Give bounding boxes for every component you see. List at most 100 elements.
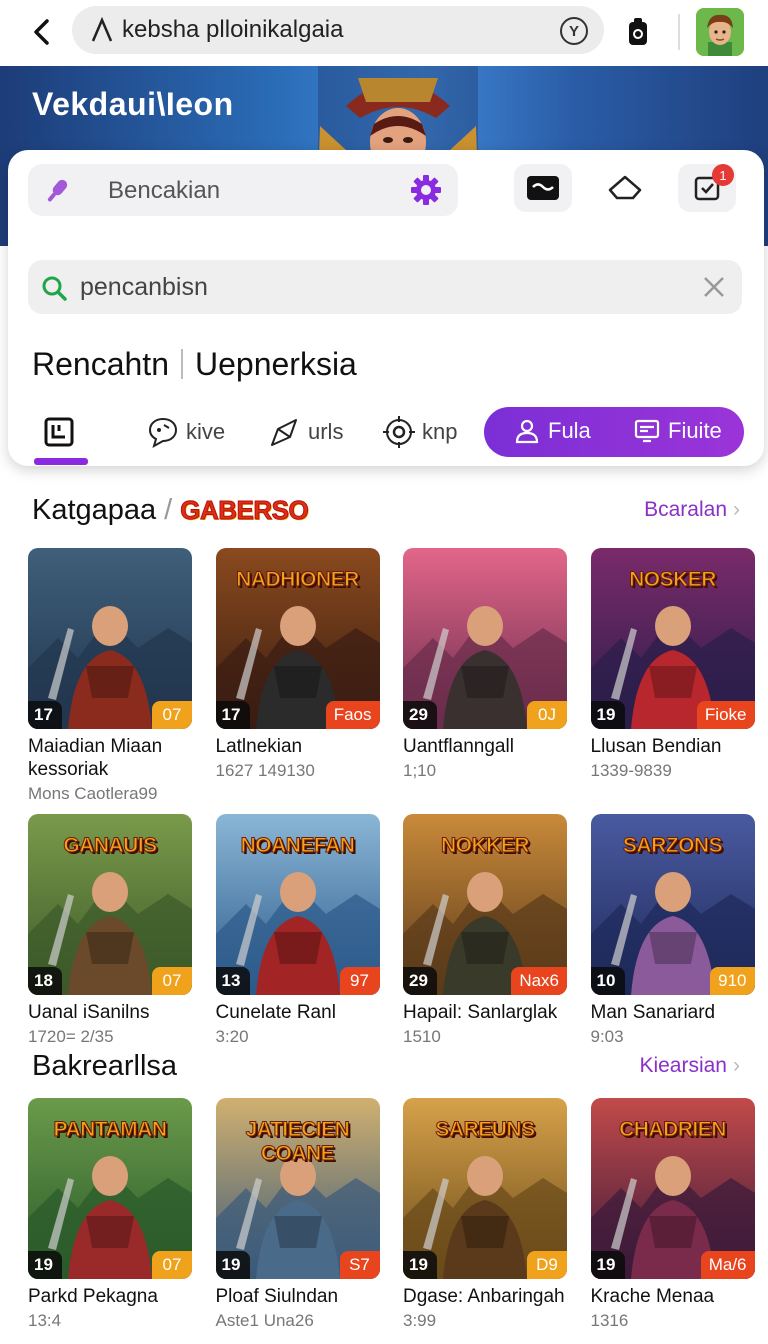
game-thumbnail[interactable]: SAREUNS 19 D9 (403, 1098, 567, 1279)
game-subtitle: 1339-9839 (590, 761, 672, 780)
game-title: Man Sanariard (590, 1002, 716, 1023)
hero-title: Vekdaui\Ieon (32, 86, 234, 122)
search-panel: Bencakian 1 pencanbisn Rencahtn Uepnerksi… (8, 150, 764, 466)
target-icon (383, 416, 415, 448)
section-header: Katgapaa / GABERSO (32, 494, 309, 527)
rating-badge: 97 (339, 967, 380, 995)
voice-search-bar[interactable]: Bencakian (28, 164, 458, 216)
tasks-button[interactable]: 1 (678, 164, 736, 212)
notification-badge: 1 (712, 164, 734, 186)
person-icon (515, 419, 539, 444)
game-thumbnail[interactable]: 29 0J (403, 548, 567, 729)
player-count-badge: 13 (215, 967, 250, 995)
rating-badge: D9 (527, 1251, 567, 1279)
game-tile[interactable]: SAREUNS 19 D9 Dgase: Anbaringah 3:99 (403, 1098, 567, 1332)
game-title: Ploaf Siulndan (215, 1286, 339, 1307)
pill-right-label: Fiuite (668, 418, 722, 443)
game-tile[interactable]: GANAUIS 18 07 Uanal iSanilns 1720= 2/35 (28, 814, 192, 1048)
card-view-button[interactable] (514, 164, 572, 212)
pill-screen-option[interactable]: Fiuite (634, 418, 722, 444)
game-tile[interactable]: PANTAMAN 19 07 Parkd Pekagna 13:4 (28, 1098, 192, 1332)
game-thumbnail[interactable]: NOKKER 29 Nax6 (403, 814, 567, 995)
tab-scan[interactable] (42, 406, 82, 458)
pill-left-label: Fula (548, 418, 591, 443)
game-subtitle: 1627 149130 (215, 761, 315, 780)
game-thumbnail[interactable]: SARZONS 10 910 (590, 814, 755, 995)
game-title: Latlnekian (215, 736, 303, 757)
address-bar[interactable]: kebsha plloinikalgaia Y (72, 6, 604, 54)
game-tile[interactable]: NADHIONER 17 Faos Latlnekian 1627 149130 (215, 548, 380, 782)
address-text: kebsha plloinikalgaia (122, 16, 344, 43)
game-title: Hapail: Sanlarglak (403, 1002, 558, 1023)
game-logo-text: CHADRIEN (619, 1118, 727, 1142)
extension-button[interactable] (622, 14, 654, 50)
game-subtitle: 1;10 (403, 761, 437, 780)
section-header-2: Bakrearllsa (32, 1050, 177, 1083)
game-title: Cunelate Ranl (215, 1002, 336, 1023)
avatar[interactable] (696, 8, 744, 56)
game-tile[interactable]: NOSKER 19 Fioke Llusan Bendian 1339-9839 (590, 548, 755, 782)
see-all-link-2[interactable]: Kiearsian › (639, 1054, 740, 1078)
game-subtitle: 1720= 2/35 (28, 1027, 114, 1046)
chat-bubble-icon (148, 417, 178, 449)
game-title: Parkd Pekagna (28, 1286, 158, 1307)
game-tile[interactable]: CHADRIEN 19 Ma/6 Krache Menaa 1316 (590, 1098, 755, 1332)
scan-box-icon (44, 417, 74, 447)
game-thumbnail[interactable]: NOANEFAN 13 97 (215, 814, 380, 995)
tab-urls[interactable]: urls (268, 406, 343, 458)
game-thumbnail[interactable]: JATIECIEN COANE 19 S7 (215, 1098, 380, 1279)
search-bar[interactable]: pencanbisn (28, 260, 742, 314)
game-thumbnail[interactable]: CHADRIEN 19 Ma/6 (590, 1098, 755, 1279)
close-icon[interactable] (700, 273, 728, 301)
game-thumbnail[interactable]: 17 07 (28, 548, 192, 729)
game-logo-text: NADHIONER (236, 568, 360, 592)
search-icon (42, 276, 67, 301)
tab-kive[interactable]: kive (146, 406, 225, 458)
rating-badge: 07 (152, 1251, 192, 1279)
game-logo-text: GANAUIS (63, 834, 158, 858)
section-tag: GABERSO (180, 495, 309, 526)
pill-profile-option[interactable]: Fula (514, 418, 591, 444)
reader-button[interactable]: Y (560, 17, 588, 45)
panel-title: Rencahtn Uepnerksia (32, 346, 357, 383)
game-thumbnail[interactable]: GANAUIS 18 07 (28, 814, 192, 995)
panel-title-left: Rencahtn (32, 346, 169, 382)
browser-toolbar: kebsha plloinikalgaia Y (0, 0, 768, 66)
tab-urls-label: urls (308, 419, 344, 444)
rating-badge: Fioke (696, 701, 755, 729)
rating-badge: 910 (710, 967, 755, 995)
tab-kive-label: kive (186, 419, 226, 444)
player-count-badge: 17 (215, 701, 250, 729)
tab-knp[interactable]: knp (382, 406, 457, 458)
tab-knp-label: knp (422, 419, 458, 444)
section-title: Katgapaa (32, 494, 157, 526)
game-subtitle: Aste1 Una26 (215, 1311, 314, 1330)
voice-search-placeholder: Bencakian (108, 177, 221, 204)
game-title: Uanal iSanilns (28, 1002, 150, 1023)
game-tile[interactable]: NOANEFAN 13 97 Cunelate Ranl 3:20 (215, 814, 380, 1048)
see-all-link[interactable]: Bcaralan › (644, 498, 740, 522)
game-tile[interactable]: JATIECIEN COANE 19 S7 Ploaf Siulndan Aste1 U… (215, 1098, 380, 1332)
back-button[interactable] (24, 14, 60, 50)
toolbar-divider (678, 14, 680, 50)
screen-icon (634, 419, 660, 443)
game-tile[interactable]: 17 07 Maiadian Miaan kessoriak Mons Caotler… (28, 548, 192, 805)
game-title: Uantflanngall (403, 736, 514, 757)
game-thumbnail[interactable]: NOSKER 19 Fioke (590, 548, 755, 729)
game-subtitle: 1510 (403, 1027, 441, 1046)
game-title: Llusan Bendian (590, 736, 722, 757)
game-thumbnail[interactable]: NADHIONER 17 Faos (215, 548, 380, 729)
game-tile[interactable]: NOKKER 29 Nax6 Hapail: Sanlarglak 1510 (403, 814, 567, 1048)
rating-badge: 07 (152, 701, 192, 729)
game-subtitle: 1316 (590, 1311, 629, 1330)
game-title: Krache Menaa (590, 1286, 715, 1307)
gear-icon[interactable] (410, 174, 442, 206)
game-subtitle: 9:03 (590, 1027, 624, 1046)
rating-badge: Faos (325, 701, 380, 729)
diamond-button[interactable] (596, 164, 654, 212)
player-count-badge: 29 (403, 701, 437, 729)
game-tile[interactable]: SARZONS 10 910 Man Sanariard 9:03 (590, 814, 755, 1048)
game-tile[interactable]: 29 0J Uantflanngall 1;10 (403, 548, 567, 782)
game-thumbnail[interactable]: PANTAMAN 19 07 (28, 1098, 192, 1279)
game-subtitle: 13:4 (28, 1311, 62, 1330)
